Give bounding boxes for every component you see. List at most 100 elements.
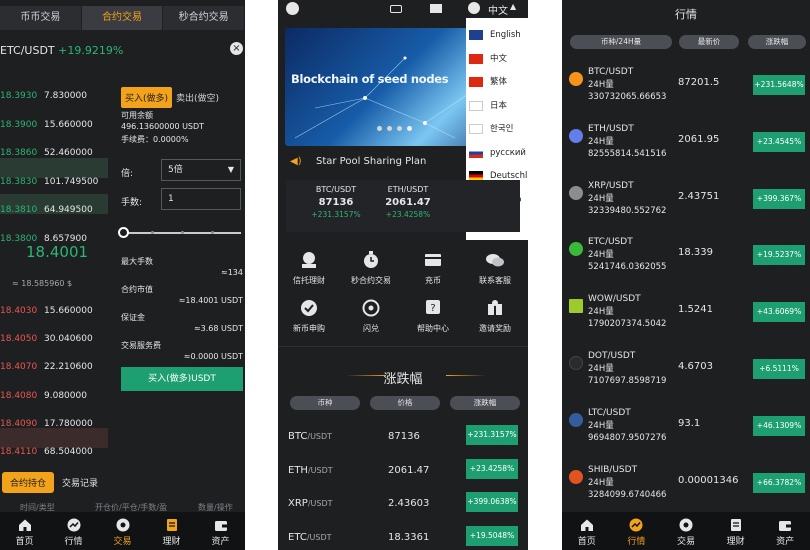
orderbook-row[interactable]: 18.3930 7.830000 (0, 87, 108, 105)
mid-price: 18.4001 (26, 243, 89, 261)
language-label: 한국인 (490, 124, 514, 134)
header-change[interactable]: 涨跌幅 (748, 35, 806, 49)
trust-finance-button[interactable]: 信托理财 (278, 250, 340, 286)
change-badge[interactable]: +231.3157% (466, 425, 518, 445)
language-option-hk[interactable]: 繁体 (466, 71, 528, 94)
nav-market[interactable]: 行情 (612, 512, 662, 550)
nav-home[interactable]: 首页 (562, 512, 612, 550)
invite-reward-button[interactable]: 邀请奖励 (464, 298, 526, 334)
change-badge[interactable]: +399.0638% (466, 492, 518, 512)
symbol-base: ETH (288, 464, 308, 476)
orderbook-row[interactable]: 18.4030 15.660000 (0, 302, 108, 320)
notice-bar[interactable]: ◀) Star Pool Sharing Plan (278, 150, 528, 174)
help-center-button[interactable]: ? 帮助中心 (402, 298, 464, 334)
volume-label: 24H量 (588, 364, 614, 374)
home-icon (18, 518, 32, 532)
change-badge[interactable]: +6.5111% (753, 359, 805, 379)
header-latest-price[interactable]: 最新价 (679, 35, 739, 49)
order-qty: 15.660000 (44, 119, 93, 130)
tab-positions[interactable]: 合约持仓 (2, 472, 55, 493)
row-symbol: XRP/USDT (588, 180, 634, 191)
row-symbol: LTC/USDT (588, 407, 631, 418)
row-price: 87136 (388, 431, 420, 442)
nav-assets[interactable]: 资产 (196, 512, 245, 550)
tab-sell-short[interactable]: 卖出(做空) (172, 87, 223, 108)
mail-icon[interactable] (430, 4, 442, 13)
header-price[interactable]: 价格 (370, 396, 440, 410)
buy-long-button[interactable]: 买入(做多)USDT (121, 367, 243, 391)
nav-market[interactable]: 行情 (49, 512, 98, 550)
market-row[interactable]: ETC/USDT 18.3361 +19.5048% (278, 524, 528, 550)
orderbook-row[interactable]: 18.3860 52.460000 (0, 144, 108, 162)
tab-contract[interactable]: 合约交易 (81, 6, 164, 30)
slider-handle[interactable] (118, 227, 129, 238)
row-price: 2061.47 (388, 464, 430, 476)
orderbook-row[interactable]: 18.4110 68.504000 (0, 443, 108, 461)
pair-header[interactable]: ETC/USDT +19.9219% (0, 44, 123, 57)
change-badge[interactable]: +46.1309% (753, 415, 805, 436)
market-row[interactable]: BTC/USDT 87136 +231.3157% (278, 423, 528, 455)
message-icon[interactable] (390, 5, 402, 13)
bottom-nav: 首页 行情 交易 理财 资产 (0, 512, 245, 550)
orderbook-row[interactable]: 18.4080 9.080000 (0, 387, 108, 405)
nav-trade[interactable]: 交易 (98, 512, 147, 550)
change-badge[interactable]: +66.3782% (753, 472, 805, 493)
orderbook-row[interactable]: 18.3900 15.660000 (0, 116, 108, 134)
second-contract-button[interactable]: 秒合约交易 (340, 250, 402, 286)
header-change[interactable]: 涨跌幅 (450, 396, 520, 410)
hands-input[interactable]: 1 (161, 188, 241, 210)
tab-second-contract[interactable]: 秒合约交易 (163, 6, 245, 30)
language-current[interactable]: 中文 (488, 2, 508, 17)
tab-trade-records[interactable]: 交易记录 (54, 472, 106, 493)
change-badge[interactable]: +43.6069% (753, 302, 805, 323)
deposit-button[interactable]: 充币 (402, 250, 464, 286)
market-row[interactable]: XRP/USDT 24H量 32339480.552762 2.43751 +399.3… (562, 177, 810, 233)
nav-finance[interactable]: 理财 (147, 512, 196, 550)
row-symbol: ETH/USDT (288, 465, 333, 476)
market-row[interactable]: ETH/USDT 24H量 82555814.541516 2061.95 +23.45… (562, 120, 810, 176)
nav-trade[interactable]: 交易 (661, 512, 711, 550)
tab-spot[interactable]: 币币交易 (0, 6, 82, 30)
flash-swap-button[interactable]: 闪兑 (340, 298, 402, 334)
orderbook-row[interactable]: 18.3830 101.749500 (0, 173, 108, 191)
market-row[interactable]: SHIB/USDT 24H量 3284099.6740466 0.00001346 +6… (562, 461, 810, 517)
header-symbol-volume[interactable]: 币种/24H量 (570, 35, 672, 49)
orderbook-row[interactable]: 18.4090 17.780000 (0, 415, 108, 433)
row-price: 2061.95 (678, 133, 720, 145)
orderbook-row[interactable]: 18.3810 64.949500 (0, 201, 108, 219)
market-row[interactable]: BTC/USDT 24H量 330732065.66653 87201.5 +231.5… (562, 63, 810, 119)
header-symbol[interactable]: 币种 (290, 396, 360, 410)
change-badge[interactable]: +23.4258% (466, 458, 518, 479)
market-screen: 行情 币种/24H量 最新价 涨跌幅 BTC/USDT 24H量 330732065… (562, 0, 810, 550)
change-badge[interactable]: +231.5648% (753, 75, 805, 95)
nav-assets[interactable]: 资产 (760, 512, 810, 550)
market-row[interactable]: ETC/USDT 24H量 5241746.0362055 18.339 +19.523… (562, 233, 810, 289)
nav-home[interactable]: 首页 (0, 512, 49, 550)
orderbook-row[interactable]: 18.4050 30.040600 (0, 330, 108, 348)
change-badge[interactable]: +19.5237% (753, 245, 805, 266)
user-icon[interactable] (286, 2, 299, 15)
language-option-kr[interactable]: 한국인 (466, 118, 528, 141)
language-option-cn[interactable]: 中文 (466, 48, 528, 71)
tab-buy-long[interactable]: 买入(做多) (121, 87, 173, 108)
market-row[interactable]: LTC/USDT 24H量 9694807.9507276 93.1 +46.1309% (562, 404, 810, 460)
orderbook-row[interactable]: 18.4070 22.210600 (0, 358, 108, 376)
change-badge[interactable]: +399.367% (753, 188, 805, 209)
ticker-change: +23.4258% (385, 210, 431, 219)
language-option-gb[interactable]: English (466, 24, 528, 47)
change-badge[interactable]: +19.5048% (466, 525, 518, 546)
language-option-jp[interactable]: 日本 (466, 95, 528, 118)
support-button[interactable]: 联系客服 (464, 250, 526, 286)
market-row[interactable]: WOW/USDT 24H量 1790207374.5042 1.5241 +43.606… (562, 290, 810, 346)
globe-icon[interactable] (468, 2, 480, 14)
market-row[interactable]: XRP/USDT 2.43603 +399.0638% (278, 490, 528, 522)
market-row[interactable]: ETH/USDT 2061.47 +23.4258% (278, 457, 528, 489)
change-badge[interactable]: +23.4545% (753, 131, 805, 152)
close-icon[interactable]: × (230, 42, 243, 55)
nav-finance[interactable]: 理财 (711, 512, 761, 550)
chart-icon (629, 518, 643, 532)
leverage-select[interactable]: 5倍 ▼ (161, 159, 241, 181)
new-coin-button[interactable]: 新币申购 (278, 298, 340, 334)
market-row[interactable]: DOT/USDT 24H量 7107697.8598719 4.6703 +6.5111… (562, 347, 810, 403)
ticker-eth[interactable]: ETH/USDT 2061.47 +23.4258% (358, 185, 458, 219)
